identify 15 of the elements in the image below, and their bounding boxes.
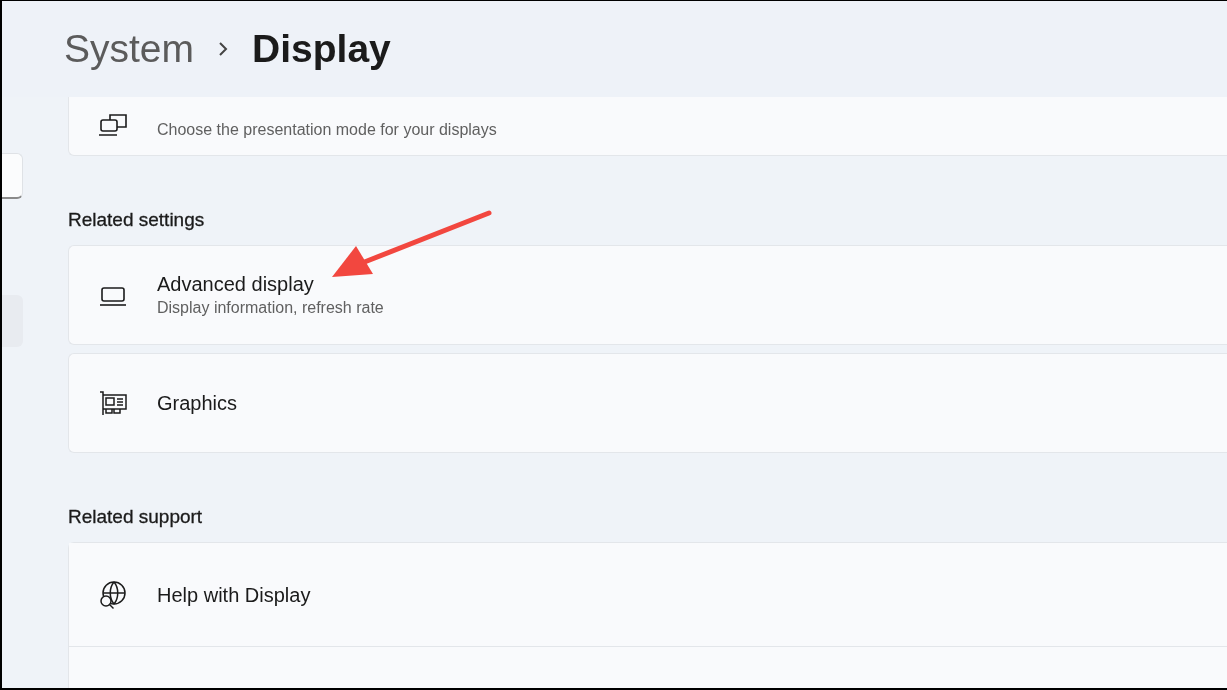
setting-title: Help with Display: [157, 582, 311, 608]
setting-row[interactable]: Help with Display: [69, 543, 1227, 647]
globe-search-icon: [97, 578, 129, 611]
section-heading: Related settings: [68, 208, 205, 232]
setting-description: Choose the presentation mode for your displays: [157, 120, 497, 140]
setting-description: Display information, refresh rate: [157, 298, 384, 318]
setting-title: Graphics: [157, 391, 238, 416]
search-field[interactable]: [2, 153, 23, 199]
section-heading: Related support: [68, 505, 203, 529]
breadcrumb-link[interactable]: System: [64, 27, 195, 71]
setting-card[interactable]: Advanced display Display information, refresh rate: [68, 245, 1227, 345]
setting-card[interactable]: Graphics: [68, 353, 1227, 453]
setting-title: Advanced display: [157, 272, 315, 297]
page-title: Display: [252, 27, 391, 71]
setting-card[interactable]: Choose the presentation mode for your displays: [68, 96, 1227, 156]
